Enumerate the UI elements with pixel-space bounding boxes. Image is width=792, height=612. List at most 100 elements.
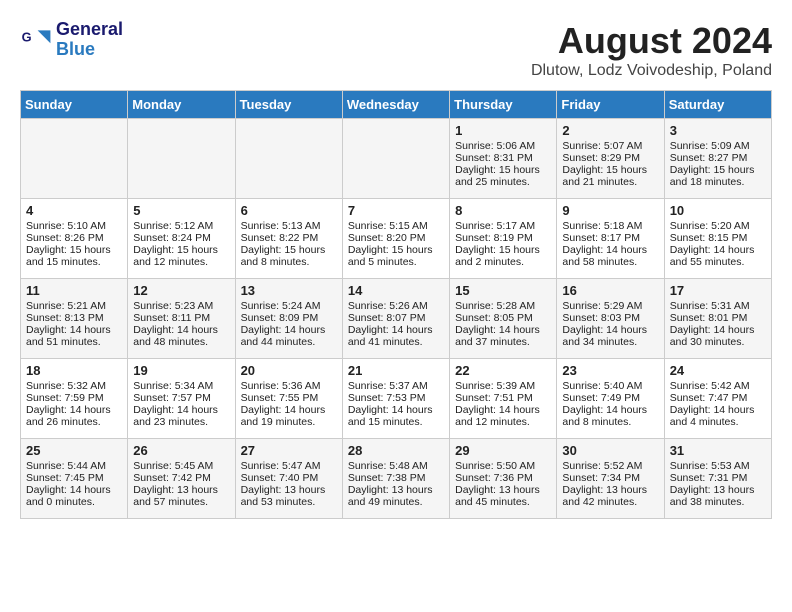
calendar-cell: 2Sunrise: 5:07 AMSunset: 8:29 PMDaylight…: [557, 119, 664, 199]
day-info-line: Sunrise: 5:53 AM: [670, 460, 766, 472]
day-info-line: Sunrise: 5:48 AM: [348, 460, 444, 472]
day-info-line: Sunrise: 5:18 AM: [562, 220, 658, 232]
calendar-cell: 10Sunrise: 5:20 AMSunset: 8:15 PMDayligh…: [664, 199, 771, 279]
day-info-line: and 15 minutes.: [348, 416, 444, 428]
day-info-line: Sunrise: 5:34 AM: [133, 380, 229, 392]
day-info-line: Sunset: 7:34 PM: [562, 472, 658, 484]
day-number: 28: [348, 443, 444, 458]
day-number: 23: [562, 363, 658, 378]
day-info-line: Daylight: 14 hours: [133, 404, 229, 416]
weekday-header-sunday: Sunday: [21, 91, 128, 119]
day-info-line: and 25 minutes.: [455, 176, 551, 188]
day-number: 10: [670, 203, 766, 218]
calendar-cell: 17Sunrise: 5:31 AMSunset: 8:01 PMDayligh…: [664, 279, 771, 359]
day-info-line: Sunset: 8:31 PM: [455, 152, 551, 164]
day-info-line: Sunrise: 5:24 AM: [241, 300, 337, 312]
day-info-line: Sunset: 7:47 PM: [670, 392, 766, 404]
day-info-line: and 44 minutes.: [241, 336, 337, 348]
day-info-line: Daylight: 13 hours: [670, 484, 766, 496]
calendar-cell: 11 Sunrise: 5:21 AMSunset: 8:13 PMDayligh…: [21, 279, 128, 359]
day-number: 2: [562, 123, 658, 138]
day-number: 13: [241, 283, 337, 298]
day-info-line: and 2 minutes.: [455, 256, 551, 268]
day-number: 31: [670, 443, 766, 458]
day-number: 8: [455, 203, 551, 218]
day-number: 6: [241, 203, 337, 218]
weekday-header-saturday: Saturday: [664, 91, 771, 119]
calendar-cell: 7Sunrise: 5:15 AMSunset: 8:20 PMDaylight…: [342, 199, 449, 279]
day-info-line: Sunrise: 5:23 AM: [133, 300, 229, 312]
weekday-header-friday: Friday: [557, 91, 664, 119]
day-info-line: Daylight: 13 hours: [455, 484, 551, 496]
day-info-line: Sunset: 8:03 PM: [562, 312, 658, 324]
weekday-header-monday: Monday: [128, 91, 235, 119]
day-info-line: Daylight: 13 hours: [133, 484, 229, 496]
day-number: 21: [348, 363, 444, 378]
day-info-line: Daylight: 15 hours: [455, 244, 551, 256]
day-info-line: Daylight: 14 hours: [348, 404, 444, 416]
day-number: 1: [455, 123, 551, 138]
day-info-line: Daylight: 14 hours: [455, 404, 551, 416]
day-info-line: Sunset: 8:11 PM: [133, 312, 229, 324]
day-info-line: Daylight: 14 hours: [241, 404, 337, 416]
day-info-line: Daylight: 14 hours: [670, 404, 766, 416]
calendar-cell: 16Sunrise: 5:29 AMSunset: 8:03 PMDayligh…: [557, 279, 664, 359]
day-info-line: Sunset: 7:59 PM: [26, 392, 122, 404]
day-info-line: and 42 minutes.: [562, 496, 658, 508]
day-number: 11: [26, 283, 122, 298]
calendar-cell: 1Sunrise: 5:06 AMSunset: 8:31 PMDaylight…: [450, 119, 557, 199]
day-info-line: and 26 minutes.: [26, 416, 122, 428]
day-info-line: Sunrise: 5:12 AM: [133, 220, 229, 232]
day-number: 27: [241, 443, 337, 458]
day-info-line: and 38 minutes.: [670, 496, 766, 508]
day-info-line: Sunset: 8:22 PM: [241, 232, 337, 244]
day-info-line: Daylight: 15 hours: [670, 164, 766, 176]
calendar-week-row: 1Sunrise: 5:06 AMSunset: 8:31 PMDaylight…: [21, 119, 772, 199]
day-number: 24: [670, 363, 766, 378]
page-header: G General Blue August 2024 Dlutow, Lodz …: [20, 20, 772, 80]
title-block: August 2024 Dlutow, Lodz Voivodeship, Po…: [531, 20, 772, 80]
day-info-line: Sunset: 7:40 PM: [241, 472, 337, 484]
logo-text-general: General: [56, 20, 123, 40]
day-info-line: Sunset: 8:26 PM: [26, 232, 122, 244]
weekday-header-row: SundayMondayTuesdayWednesdayThursdayFrid…: [21, 91, 772, 119]
day-info-line: Sunrise: 5:07 AM: [562, 140, 658, 152]
calendar-cell: [235, 119, 342, 199]
day-info-line: and 18 minutes.: [670, 176, 766, 188]
day-number: 26: [133, 443, 229, 458]
day-number: 15: [455, 283, 551, 298]
day-info-line: Daylight: 14 hours: [26, 324, 122, 336]
day-number: 16: [562, 283, 658, 298]
month-year-title: August 2024: [531, 20, 772, 62]
day-info-line: Daylight: 15 hours: [133, 244, 229, 256]
day-number: 5: [133, 203, 229, 218]
day-info-line: Sunset: 8:20 PM: [348, 232, 444, 244]
calendar-week-row: 11Sunrise: 5:21 AMSunset: 8:13 PMDayligh…: [21, 279, 772, 359]
calendar-cell: 4Sunrise: 5:10 AMSunset: 8:26 PMDaylight…: [21, 199, 128, 279]
day-info-line: and 23 minutes.: [133, 416, 229, 428]
day-info-line: Sunrise: 5:47 AM: [241, 460, 337, 472]
calendar-cell: 20Sunrise: 5:36 AMSunset: 7:55 PMDayligh…: [235, 359, 342, 439]
day-info-line: Sunrise: 5:21 AM: [26, 300, 122, 312]
day-info-line: and 53 minutes.: [241, 496, 337, 508]
day-number: 20: [241, 363, 337, 378]
weekday-header-wednesday: Wednesday: [342, 91, 449, 119]
calendar-cell: 31Sunrise: 5:53 AMSunset: 7:31 PMDayligh…: [664, 439, 771, 519]
day-info-line: Sunrise: 5:26 AM: [348, 300, 444, 312]
day-info-line: Sunrise: 5:44 AM: [26, 460, 122, 472]
day-info-line: and 12 minutes.: [133, 256, 229, 268]
calendar-cell: 23Sunrise: 5:40 AMSunset: 7:49 PMDayligh…: [557, 359, 664, 439]
day-number: 17: [670, 283, 766, 298]
day-info-line: Sunset: 8:29 PM: [562, 152, 658, 164]
day-info-line: Sunset: 7:53 PM: [348, 392, 444, 404]
calendar-cell: 18Sunrise: 5:32 AMSunset: 7:59 PMDayligh…: [21, 359, 128, 439]
svg-text:G: G: [22, 29, 32, 44]
location-subtitle: Dlutow, Lodz Voivodeship, Poland: [531, 62, 772, 80]
day-info-line: Sunset: 8:13 PM: [26, 312, 122, 324]
day-info-line: Sunrise: 5:50 AM: [455, 460, 551, 472]
day-info-line: and 15 minutes.: [26, 256, 122, 268]
day-number: 25: [26, 443, 122, 458]
day-info-line: Daylight: 14 hours: [241, 324, 337, 336]
calendar-cell: 6Sunrise: 5:13 AMSunset: 8:22 PMDaylight…: [235, 199, 342, 279]
day-info-line: and 51 minutes.: [26, 336, 122, 348]
